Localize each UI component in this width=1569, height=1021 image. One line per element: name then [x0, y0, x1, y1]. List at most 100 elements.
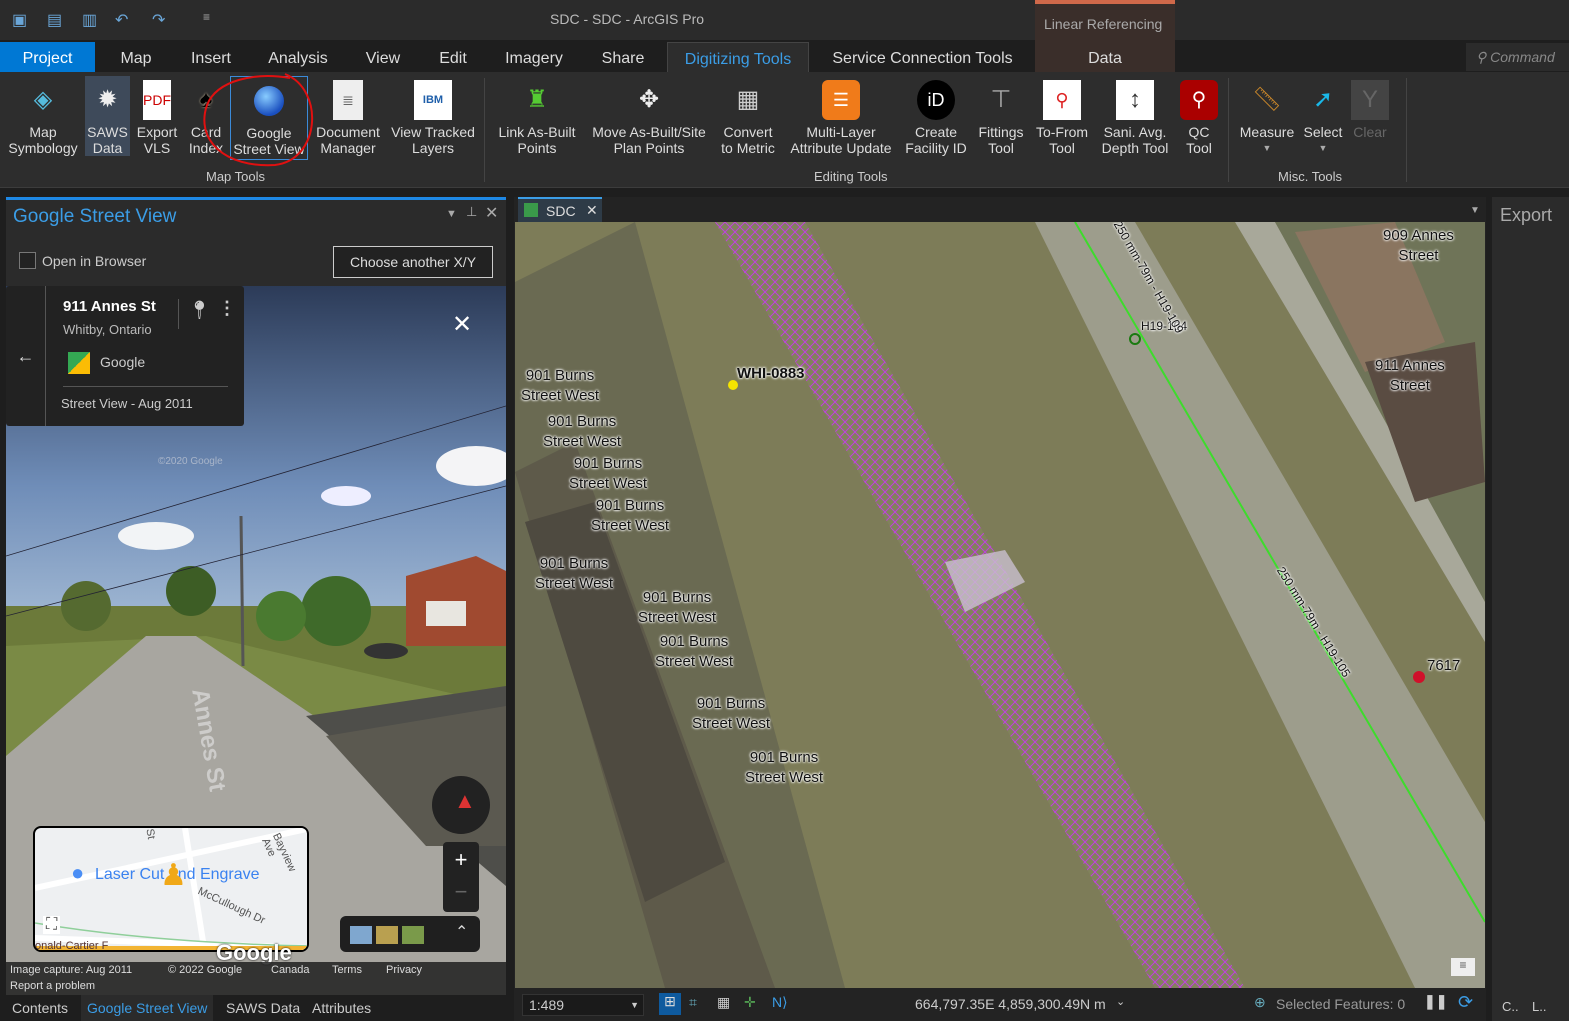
move-as-built-button[interactable]: ✥ Move As-Built/Site Plan Points	[586, 76, 712, 157]
imagery-thumbnails[interactable]: ⌃	[340, 916, 480, 952]
clear-button[interactable]: Y Clear	[1350, 76, 1390, 140]
snapping-icon[interactable]: ⊞	[659, 993, 681, 1015]
multi-layer-attribute-update-button[interactable]: ☰ Multi-Layer Attribute Update	[784, 76, 898, 156]
pause-drawing-button[interactable]: ❚❚	[1424, 993, 1447, 1010]
ibm-maximo-icon: IBM	[414, 80, 452, 120]
google-street-view-pane: Google Street View ▼ ⊥ ✕ Open in Browser…	[6, 197, 506, 998]
convert-to-metric-button[interactable]: ▦ Convert to Metric	[716, 76, 780, 157]
open-in-browser-checkbox[interactable]	[19, 252, 36, 269]
export-vls-button[interactable]: PDF Export VLS	[133, 76, 181, 156]
to-from-tool-button[interactable]: ⚲ To-From Tool	[1032, 76, 1092, 156]
collapsed-tab[interactable]: C..	[1502, 999, 1519, 1014]
divider	[63, 386, 228, 387]
tab-attributes[interactable]: Attributes	[306, 995, 377, 1021]
tab-saws-data[interactable]: SAWS Data	[220, 995, 306, 1021]
link-as-built-points-button[interactable]: ♜ Link As-Built Points	[493, 76, 581, 157]
scale-selector[interactable]: 1:489 ▼	[522, 994, 644, 1016]
saws-data-button[interactable]: ✹ SAWS Data	[85, 76, 130, 156]
close-tab-icon[interactable]: ✕	[586, 199, 598, 221]
tab-data[interactable]: Data	[1036, 42, 1174, 72]
pin-icon[interactable]: ⊥	[466, 204, 477, 220]
qc-tool-button[interactable]: ⚲ QC Tool	[1178, 76, 1220, 156]
save-project-icon[interactable]: ▥	[82, 10, 102, 30]
pegman-icon[interactable]: ♟	[160, 858, 187, 900]
tab-imagery[interactable]: Imagery	[498, 42, 570, 72]
terms-link[interactable]: Terms	[332, 964, 362, 976]
measure-button[interactable]: 📏︎ Measure ▼	[1236, 76, 1298, 156]
constraints-icon[interactable]: ⌗	[689, 994, 697, 1011]
new-project-icon[interactable]: ▣	[12, 10, 32, 30]
address-title: 911 Annes St	[63, 298, 156, 315]
map-icon	[524, 203, 538, 217]
compass[interactable]: ▲	[432, 776, 490, 834]
document-manager-button[interactable]: ≣ Document Manager	[312, 76, 384, 156]
tab-insert[interactable]: Insert	[183, 42, 239, 72]
collapsed-tab[interactable]: L..	[1532, 999, 1546, 1014]
thumbnail[interactable]	[350, 926, 372, 944]
choose-another-xy-button[interactable]: Choose another X/Y	[333, 246, 493, 278]
open-project-icon[interactable]: ▤	[47, 10, 67, 30]
view-tracked-layers-button[interactable]: IBM View Tracked Layers	[388, 76, 478, 156]
fittings-tool-button[interactable]: ⊤ Fittings Tool	[974, 76, 1028, 157]
open-in-browser-label: Open in Browser	[42, 253, 147, 269]
map-symbology-button[interactable]: ◈ Map Symbology	[4, 76, 82, 157]
tab-edit[interactable]: Edit	[432, 42, 474, 72]
tab-digitizing-tools[interactable]: Digitizing Tools	[667, 42, 809, 72]
thumbnail[interactable]	[402, 926, 424, 944]
map-label-address: 911 Annes Street	[1375, 357, 1445, 394]
correction-icon[interactable]: ✛	[744, 994, 756, 1011]
tab-contents[interactable]: Contents	[6, 995, 74, 1021]
coordinate-format-dropdown[interactable]: ⌄	[1116, 995, 1125, 1008]
country-link[interactable]: Canada	[271, 964, 310, 976]
zoom-out-button[interactable]: −	[443, 877, 479, 912]
map-label-address: 909 Annes Street	[1383, 227, 1454, 264]
group-separator	[1406, 78, 1407, 182]
redo-icon[interactable]: ↷	[152, 10, 172, 30]
command-search-placeholder: Command	[1490, 49, 1555, 65]
north-arrow-icon[interactable]: N⟩	[772, 994, 788, 1011]
street-label: onald-Cartier F	[35, 940, 109, 952]
tab-list-icon[interactable]: ▼	[1470, 205, 1480, 216]
group-label-misc-tools: Misc. Tools	[1278, 169, 1343, 184]
command-search[interactable]: ⚲ Command	[1466, 43, 1569, 71]
sani-avg-depth-tool-button[interactable]: ↕ Sani. Avg. Depth Tool	[1096, 76, 1174, 156]
tab-view[interactable]: View	[358, 42, 408, 72]
tab-project[interactable]: Project	[0, 42, 95, 72]
fullscreen-icon[interactable]: ⛶	[43, 916, 61, 934]
tab-map[interactable]: Map	[110, 42, 162, 72]
report-problem-link[interactable]: Report a problem	[10, 980, 95, 992]
create-facility-id-button[interactable]: iD Create Facility ID	[902, 76, 970, 156]
map-label-address: 901 Burns Street West	[638, 589, 717, 626]
grid-icon[interactable]: ▦	[717, 994, 730, 1011]
link-character-icon: ♜	[526, 86, 548, 113]
privacy-link[interactable]: Privacy	[386, 964, 422, 976]
tab-analysis[interactable]: Analysis	[262, 42, 334, 72]
mini-map[interactable]: ● Laser Cut and Engrave ♟ Bayview Ave Mc…	[33, 826, 309, 952]
pdf-icon: PDF	[143, 80, 171, 120]
tab-share[interactable]: Share	[593, 42, 653, 72]
map-pin-icon[interactable]: 📍︎	[188, 300, 211, 321]
street-view-panorama[interactable]: Annes St ©2020 Google ← 911 Annes St Whi…	[6, 286, 506, 998]
back-arrow-icon[interactable]: ←	[6, 286, 46, 426]
group-separator	[1228, 78, 1229, 182]
layers-icon: ◈	[33, 86, 53, 113]
tab-service-connection-tools[interactable]: Service Connection Tools	[820, 42, 1025, 72]
close-pane-icon[interactable]: ✕	[485, 203, 498, 223]
map-canvas[interactable]: WHI-0883 H19-104 7617 250 mm-79m - H19-1…	[515, 222, 1485, 988]
expand-icon[interactable]: ⌃	[455, 922, 468, 942]
close-streetview-icon[interactable]: ✕	[452, 310, 472, 339]
map-tips-icon[interactable]: ≡	[1451, 958, 1475, 976]
saw-blade-icon: ✹	[97, 86, 118, 113]
tab-google-street-view[interactable]: Google Street View	[81, 995, 214, 1021]
customize-toolbar-icon[interactable]: ≡	[203, 10, 223, 30]
map-tab-sdc[interactable]: SDC ✕	[518, 197, 602, 222]
undo-icon[interactable]: ↶	[115, 10, 135, 30]
group-label-map-tools: Map Tools	[206, 169, 266, 184]
pane-options-icon[interactable]: ▼	[446, 208, 457, 220]
select-button[interactable]: ➚ Select ▼	[1300, 76, 1346, 156]
thumbnail[interactable]	[376, 926, 398, 944]
refresh-icon[interactable]: ⟳	[1458, 992, 1473, 1013]
map-label-address: 901 Burns Street West	[569, 455, 648, 492]
more-options-icon[interactable]: ⋮	[218, 298, 236, 319]
zoom-in-button[interactable]: +	[443, 842, 479, 877]
